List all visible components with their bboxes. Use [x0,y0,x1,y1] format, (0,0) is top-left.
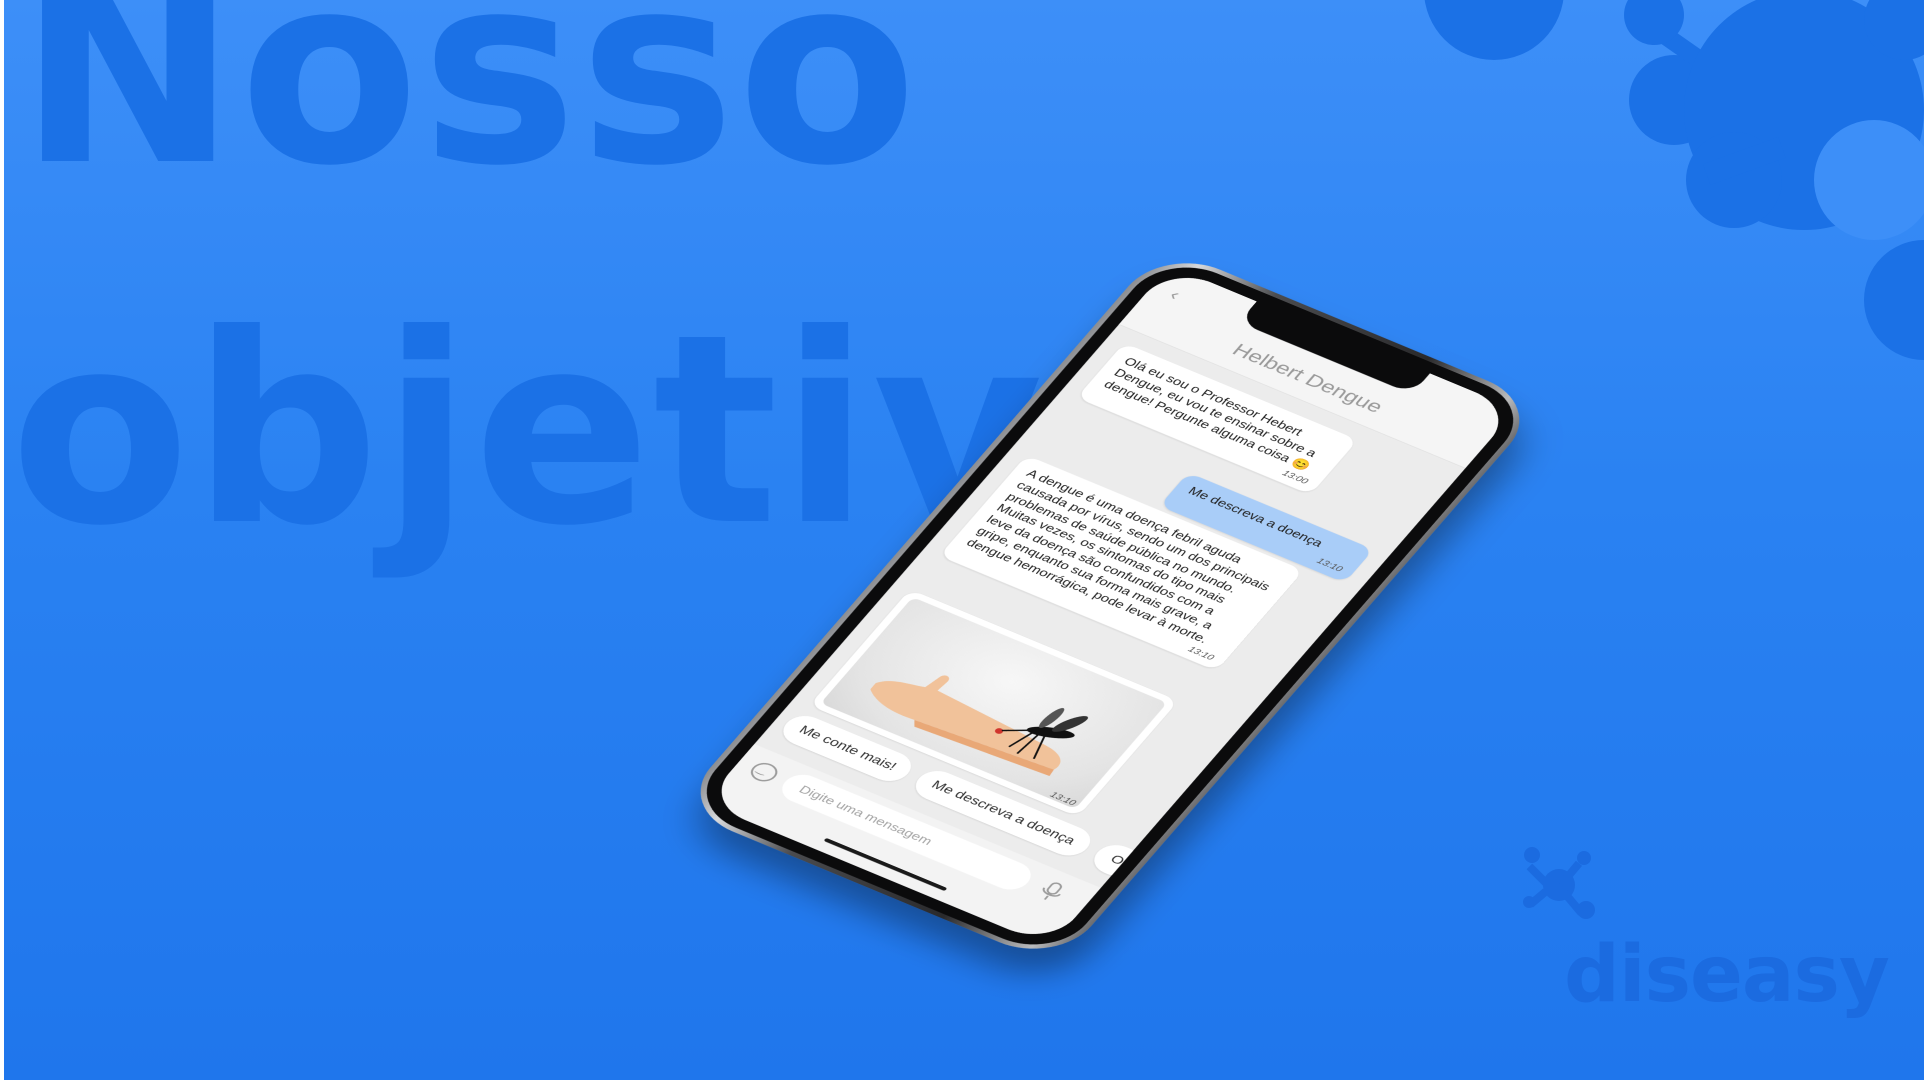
brand-virus-icon [1523,847,1595,919]
quick-reply-chip[interactable]: O [1086,839,1148,882]
title-line-1: Nosso [18,0,920,223]
message-time: 13:10 [1314,556,1345,574]
brand-wordmark: diseasy [1564,930,1890,1020]
message-time: 13:10 [1185,644,1217,663]
emoji-icon[interactable] [745,759,783,785]
slide-background: Nosso objetivo diseasy ‹ Helbert Dengue … [4,0,1924,1080]
virus-decoration-icon [1424,0,1924,360]
microphone-icon[interactable] [1034,878,1069,904]
chevron-left-icon[interactable]: ‹ [1165,286,1185,305]
brand-logo: diseasy [1514,840,1890,1020]
